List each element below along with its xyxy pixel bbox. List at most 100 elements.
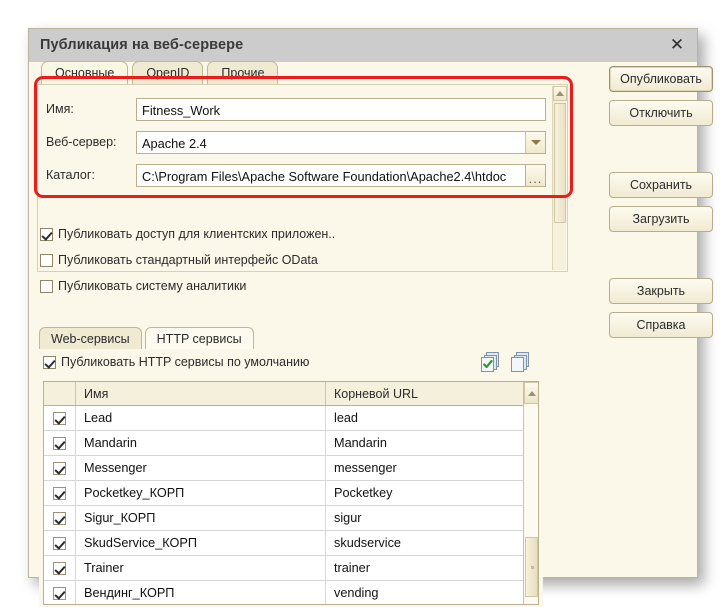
row-url-cell[interactable]: Pocketkey xyxy=(326,481,506,505)
row-name-cell[interactable]: Mandarin xyxy=(76,431,326,455)
connection-form-panel: Имя: Fitness_Work Веб-сервер: Apache 2.4… xyxy=(37,84,568,272)
checkbox-icon[interactable] xyxy=(53,536,66,550)
scrollbar-grip xyxy=(531,566,534,569)
table-body: Lead lead Mandarin Mandarin Messenger messeng… xyxy=(44,406,538,604)
webserver-dropdown-button[interactable] xyxy=(525,130,546,154)
option-odata[interactable]: Публиковать стандартный интерфейс OData xyxy=(40,251,318,269)
publication-dialog: Публикация на веб-сервере ✕ Основные Ope… xyxy=(28,28,713,607)
uncheck-all-pages-icon[interactable] xyxy=(511,352,533,374)
row-url-cell[interactable]: vending xyxy=(326,581,506,604)
row-url-cell[interactable]: messenger xyxy=(326,456,506,480)
green-check-icon xyxy=(483,359,493,369)
webserver-combobox-input[interactable]: Apache 2.4 xyxy=(136,130,546,154)
form-scroll-up-button[interactable] xyxy=(553,86,567,101)
tab-http-services[interactable]: HTTP сервисы xyxy=(144,327,254,349)
row-name-cell[interactable]: Pocketkey_КОРП xyxy=(76,481,326,505)
row-name-cell[interactable]: Lead xyxy=(76,406,326,430)
row-name-cell[interactable]: Вендинг_КОРП xyxy=(76,581,326,604)
table-row[interactable]: Lead lead xyxy=(44,406,538,431)
table-row[interactable]: Trainer trainer xyxy=(44,556,538,581)
http-services-table: Имя Корневой URL Lead lead Mandarin Mandari… xyxy=(43,381,539,605)
checkbox-icon[interactable] xyxy=(53,511,66,525)
table-row[interactable]: SkudService_КОРП skudservice xyxy=(44,531,538,556)
catalog-input[interactable]: C:\Program Files\Apache Software Foundat… xyxy=(136,163,546,187)
option-client-apps[interactable]: Публиковать доступ для клиентских прилож… xyxy=(40,225,335,243)
row-url-cell[interactable]: skudservice xyxy=(326,531,506,555)
row-checkbox-cell[interactable] xyxy=(44,406,76,430)
option-analytics[interactable]: Публиковать систему аналитики xyxy=(40,277,246,295)
row-name-cell[interactable]: Trainer xyxy=(76,556,326,580)
page-front xyxy=(511,357,524,372)
save-button[interactable]: Сохранить xyxy=(609,172,713,198)
load-button[interactable]: Загрузить xyxy=(609,206,713,232)
dialog-client-area: Основные OpenID Прочие Имя: Fitness_Work… xyxy=(29,61,713,607)
form-scrollbar[interactable] xyxy=(552,86,567,270)
table-row[interactable]: Sigur_КОРП sigur xyxy=(44,506,538,531)
service-tab-bar: Web-сервисы HTTP сервисы xyxy=(39,327,254,349)
row-checkbox-cell[interactable] xyxy=(44,506,76,530)
option-label: Публиковать доступ для клиентских прилож… xyxy=(58,227,336,241)
title-bar: Публикация на веб-сервере ✕ xyxy=(29,29,697,62)
disconnect-button[interactable]: Отключить xyxy=(609,100,713,126)
name-field-label: Имя: xyxy=(46,102,74,116)
main-tab-bar: Основные OpenID Прочие xyxy=(41,61,279,84)
checkbox-icon[interactable] xyxy=(53,461,66,475)
publish-button[interactable]: Опубликовать xyxy=(609,66,713,92)
table-header-row: Имя Корневой URL xyxy=(44,382,538,406)
column-header-checkbox xyxy=(44,382,76,405)
webserver-field-label: Веб-сервер: xyxy=(46,135,117,149)
row-name-cell[interactable]: Messenger xyxy=(76,456,326,480)
tab-label: OpenID xyxy=(146,66,190,80)
checkbox-icon[interactable] xyxy=(53,586,66,600)
row-checkbox-cell[interactable] xyxy=(44,456,76,480)
table-scroll-up-button[interactable] xyxy=(524,382,538,404)
row-url-cell[interactable]: Mandarin xyxy=(326,431,506,455)
checkbox-icon[interactable] xyxy=(40,253,53,267)
table-scrollbar[interactable] xyxy=(523,382,538,604)
tab-label: Web-сервисы xyxy=(51,331,130,346)
table-scrollbar-thumb[interactable] xyxy=(525,537,538,597)
http-services-panel: Публиковать HTTP сервисы по умолчанию Им… xyxy=(39,349,543,607)
row-name-cell[interactable]: SkudService_КОРП xyxy=(76,531,326,555)
checkbox-icon[interactable] xyxy=(53,436,66,450)
table-row[interactable]: Messenger messenger xyxy=(44,456,538,481)
row-name-cell[interactable]: Sigur_КОРП xyxy=(76,506,326,530)
table-row[interactable]: Mandarin Mandarin xyxy=(44,431,538,456)
row-checkbox-cell[interactable] xyxy=(44,556,76,580)
option-label: Публиковать стандартный интерфейс OData xyxy=(58,253,318,267)
row-url-cell[interactable]: lead xyxy=(326,406,506,430)
checkbox-icon[interactable] xyxy=(53,561,66,575)
checkbox-icon[interactable] xyxy=(53,486,66,500)
tab-web-services[interactable]: Web-сервисы xyxy=(39,327,142,349)
tab-prochie[interactable]: Прочие xyxy=(207,61,279,84)
checkbox-icon[interactable] xyxy=(40,227,53,241)
checkbox-icon[interactable] xyxy=(43,355,56,369)
checkbox-icon[interactable] xyxy=(53,411,66,425)
arrow-up-icon xyxy=(527,390,536,396)
checkbox-icon[interactable] xyxy=(40,279,53,293)
check-all-pages-icon[interactable] xyxy=(481,352,503,374)
row-url-cell[interactable]: trainer xyxy=(326,556,506,580)
catalog-field-label: Каталог: xyxy=(46,168,95,182)
publish-default-label: Публиковать HTTP сервисы по умолчанию xyxy=(61,355,310,369)
tab-openid[interactable]: OpenID xyxy=(132,61,204,84)
close-icon[interactable]: ✕ xyxy=(666,34,688,56)
name-input[interactable]: Fitness_Work xyxy=(136,97,546,121)
row-checkbox-cell[interactable] xyxy=(44,431,76,455)
catalog-browse-button[interactable]: ... xyxy=(525,163,546,187)
row-checkbox-cell[interactable] xyxy=(44,531,76,555)
form-scrollbar-thumb[interactable] xyxy=(554,103,566,223)
row-url-cell[interactable]: sigur xyxy=(326,506,506,530)
field-row-name: Имя: Fitness_Work xyxy=(46,97,551,121)
close-button[interactable]: Закрыть xyxy=(609,278,713,304)
column-header-url: Корневой URL xyxy=(334,386,418,401)
tab-osnovnye[interactable]: Основные xyxy=(41,61,129,84)
help-button[interactable]: Справка xyxy=(609,312,713,338)
row-checkbox-cell[interactable] xyxy=(44,581,76,604)
publish-default-http-services[interactable]: Публиковать HTTP сервисы по умолчанию xyxy=(43,355,309,369)
table-row[interactable]: Pocketkey_КОРП Pocketkey xyxy=(44,481,538,506)
tab-label: HTTP сервисы xyxy=(156,331,242,346)
table-row[interactable]: Вендинг_КОРП vending xyxy=(44,581,538,604)
window-title: Публикация на веб-сервере xyxy=(40,37,244,53)
row-checkbox-cell[interactable] xyxy=(44,481,76,505)
